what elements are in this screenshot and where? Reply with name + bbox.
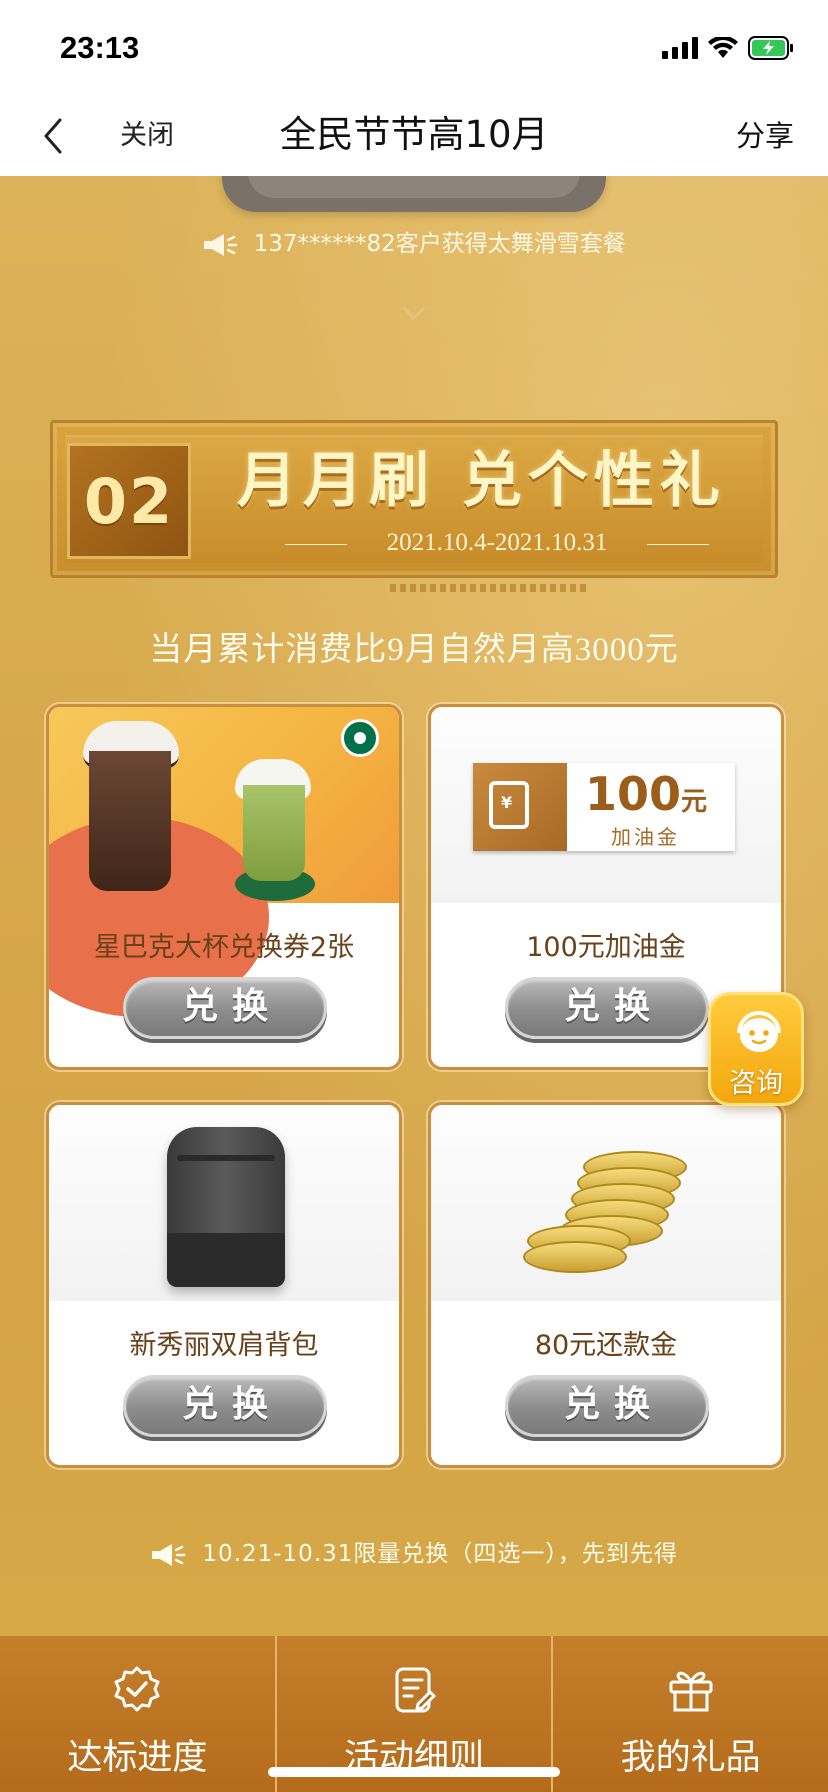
- exchange-button[interactable]: 兑换: [505, 1375, 709, 1437]
- chevron-left-icon: [44, 118, 62, 154]
- nav-bar: 关闭 全民节节高10月 分享: [0, 96, 828, 176]
- winner-announcement: 137******82客户获得太舞滑雪套餐: [0, 226, 828, 262]
- qualification-condition: 当月累计消费比9月自然月高3000元: [149, 632, 679, 668]
- close-button[interactable]: 关闭: [120, 116, 174, 156]
- section-dates: 2021.10.4-2021.10.31: [237, 529, 757, 557]
- activity-content[interactable]: 137******82客户获得太舞滑雪套餐 02 月月刷 兑个性礼 2021.1…: [0, 176, 828, 1636]
- fuel-voucher-icon: 100元 加油金: [473, 763, 735, 851]
- backpack-icon: [167, 1127, 285, 1287]
- home-indicator: [268, 1767, 560, 1777]
- battery-icon: [748, 36, 794, 60]
- banner-decoration: [390, 584, 590, 592]
- section-number: 02: [83, 464, 175, 538]
- gift-card-repayment: 80元还款金 兑换: [428, 1102, 784, 1468]
- gift-name: 新秀丽双肩背包: [129, 1330, 319, 1361]
- status-time: 23:13: [60, 30, 140, 65]
- starbucks-logo-icon: [341, 719, 379, 757]
- gift-name: 星巴克大杯兑换券2张: [93, 932, 355, 963]
- share-button[interactable]: 分享: [736, 114, 794, 158]
- badge-check-icon: [114, 1666, 160, 1712]
- signal-icon: [662, 37, 698, 59]
- chevron-down-icon: [402, 306, 426, 321]
- megaphone-icon: [152, 1543, 186, 1566]
- section-title: 月月刷 兑个性礼: [237, 446, 726, 516]
- status-icons: [662, 34, 794, 62]
- gift-card-starbucks: 星巴克大杯兑换券2张 兑换: [46, 704, 402, 1070]
- document-edit-icon: [395, 1667, 436, 1713]
- consult-button[interactable]: 咨询: [708, 992, 804, 1106]
- backpack-image: [49, 1105, 399, 1301]
- tab-label: 我的礼品: [620, 1738, 761, 1778]
- headset-icon: [737, 1011, 781, 1052]
- back-button[interactable]: [36, 114, 76, 158]
- status-bar: 23:13: [0, 0, 828, 96]
- section-number-box: 02: [67, 443, 191, 559]
- exchange-button[interactable]: 兑换: [123, 977, 327, 1039]
- megaphone-icon: [204, 233, 238, 256]
- section-banner: 02 月月刷 兑个性礼 2021.10.4-2021.10.31: [50, 420, 778, 592]
- gift-icon: [669, 1671, 713, 1712]
- announcement-text: 137******82客户获得太舞滑雪套餐: [253, 231, 626, 257]
- gift-name: 100元加油金: [526, 932, 686, 963]
- consult-label: 咨询: [729, 1068, 783, 1099]
- limit-note: 10.21-10.31限量兑换（四选一），先到先得: [0, 1534, 828, 1568]
- tab-my-gifts[interactable]: 我的礼品: [551, 1636, 828, 1792]
- starbucks-image: [49, 707, 399, 1017]
- gold-coins-image: [431, 1105, 781, 1301]
- gift-card-backpack: 新秀丽双肩背包 兑换: [46, 1102, 402, 1468]
- tab-progress[interactable]: 达标进度: [0, 1636, 275, 1792]
- fuel-pump-icon: [489, 781, 529, 829]
- top-tab-decoration: [222, 176, 606, 212]
- exchange-button[interactable]: 兑换: [123, 1375, 327, 1437]
- banner-frame: 02 月月刷 兑个性礼 2021.10.4-2021.10.31: [50, 420, 778, 578]
- limit-note-text: 10.21-10.31限量兑换（四选一），先到先得: [202, 1541, 678, 1567]
- tab-label: 达标进度: [67, 1738, 208, 1778]
- gift-name: 80元还款金: [534, 1330, 678, 1361]
- wifi-icon: [708, 37, 738, 59]
- fuel-voucher-image: 100元 加油金: [431, 707, 781, 903]
- exchange-button[interactable]: 兑换: [505, 977, 709, 1039]
